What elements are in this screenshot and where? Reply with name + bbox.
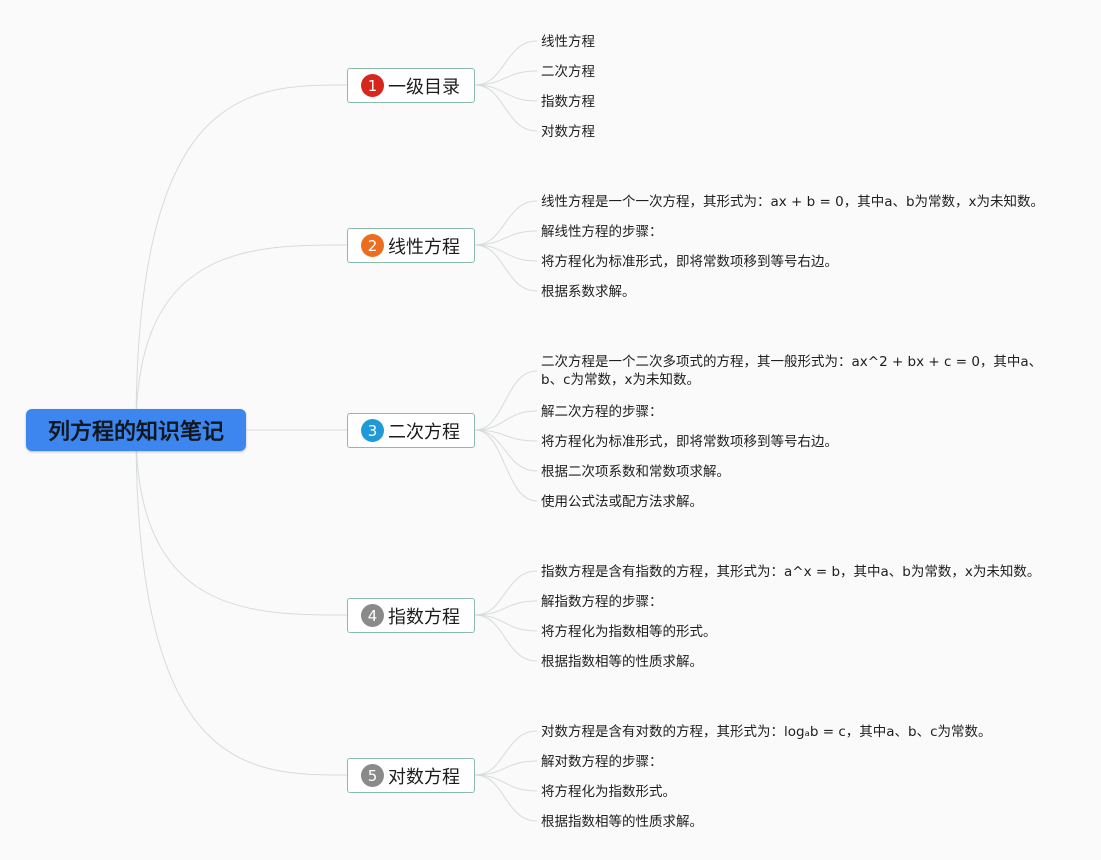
leaf-topic[interactable]: 解对数方程的步骤： bbox=[541, 753, 663, 771]
root-to-branch-line bbox=[135, 429, 348, 776]
root-topic[interactable]: 列方程的知识笔记 bbox=[26, 409, 246, 451]
leaf-topic[interactable]: 线性方程 bbox=[541, 33, 595, 51]
branch-to-leaf-line bbox=[474, 84, 538, 102]
number-badge-icon: 5 bbox=[361, 764, 384, 787]
leaf-topic[interactable]: 解指数方程的步骤： bbox=[541, 593, 663, 611]
branch-quadratic[interactable]: 3 二次方程 bbox=[347, 413, 475, 448]
branch-to-leaf-line bbox=[474, 774, 538, 792]
branch-to-leaf-line bbox=[474, 40, 538, 86]
branch-to-leaf-line bbox=[474, 200, 538, 246]
number-badge-icon: 2 bbox=[361, 234, 384, 257]
leaf-topic[interactable]: 解线性方程的步骤： bbox=[541, 223, 663, 241]
leaf-topic[interactable]: 解二次方程的步骤： bbox=[541, 403, 663, 421]
leaf-topic[interactable]: 指数方程是含有指数的方程，其形式为：a^x = b，其中a、b为常数，x为未知数… bbox=[541, 563, 1040, 581]
branch-toc[interactable]: 1 一级目录 bbox=[347, 68, 475, 103]
branch-to-leaf-line bbox=[474, 244, 538, 262]
branch-to-leaf-line bbox=[474, 614, 538, 662]
branch-to-leaf-line bbox=[474, 244, 538, 292]
leaf-topic[interactable]: 将方程化为指数形式。 bbox=[541, 783, 676, 801]
branch-label: 二次方程 bbox=[388, 421, 460, 443]
leaf-topic[interactable]: 将方程化为标准形式，即将常数项移到等号右边。 bbox=[541, 433, 838, 451]
leaf-topic[interactable]: 二次方程 bbox=[541, 63, 595, 81]
branch-label: 一级目录 bbox=[388, 76, 460, 98]
root-label: 列方程的知识笔记 bbox=[47, 420, 224, 445]
root-to-branch-line bbox=[135, 244, 348, 431]
branch-exponential[interactable]: 4 指数方程 bbox=[347, 598, 475, 633]
leaf-topic[interactable]: 将方程化为标准形式，即将常数项移到等号右边。 bbox=[541, 253, 838, 271]
root-to-branch-line bbox=[135, 84, 348, 431]
branch-to-leaf-line bbox=[474, 774, 538, 822]
number-badge-icon: 3 bbox=[361, 419, 384, 442]
branch-label: 对数方程 bbox=[388, 766, 460, 788]
leaf-topic[interactable]: 根据指数相等的性质求解。 bbox=[541, 813, 703, 831]
branch-linear[interactable]: 2 线性方程 bbox=[347, 228, 475, 263]
number-badge-icon: 4 bbox=[361, 604, 384, 627]
root-to-branch-line bbox=[135, 429, 348, 616]
number-badge-icon: 1 bbox=[361, 74, 384, 97]
branch-to-leaf-line bbox=[474, 570, 538, 616]
leaf-topic[interactable]: 对数方程是含有对数的方程，其形式为：logₐb = c，其中a、b、c为常数。 bbox=[541, 723, 992, 741]
branch-to-leaf-line bbox=[474, 730, 538, 776]
branch-to-leaf-line bbox=[474, 410, 538, 431]
branch-to-leaf-line bbox=[474, 614, 538, 632]
leaf-topic[interactable]: 根据系数求解。 bbox=[541, 283, 636, 301]
leaf-topic[interactable]: 指数方程 bbox=[541, 93, 595, 111]
branch-label: 线性方程 bbox=[388, 236, 460, 258]
leaf-topic[interactable]: 线性方程是一个一次方程，其形式为：ax + b = 0，其中a、b为常数，x为未… bbox=[541, 193, 1044, 211]
leaf-topic[interactable]: 对数方程 bbox=[541, 123, 595, 141]
leaf-topic[interactable]: 根据指数相等的性质求解。 bbox=[541, 653, 703, 671]
branch-to-leaf-line bbox=[474, 370, 538, 431]
branch-to-leaf-line bbox=[474, 84, 538, 132]
branch-logarithmic[interactable]: 5 对数方程 bbox=[347, 758, 475, 793]
leaf-topic[interactable]: 根据二次项系数和常数项求解。 bbox=[541, 463, 730, 481]
leaf-topic[interactable]: 二次方程是一个二次多项式的方程，其一般形式为：ax^2 + bx + c = 0… bbox=[541, 353, 1061, 389]
branch-label: 指数方程 bbox=[388, 606, 460, 628]
leaf-topic[interactable]: 使用公式法或配方法求解。 bbox=[541, 493, 703, 511]
leaf-topic[interactable]: 将方程化为指数相等的形式。 bbox=[541, 623, 717, 641]
